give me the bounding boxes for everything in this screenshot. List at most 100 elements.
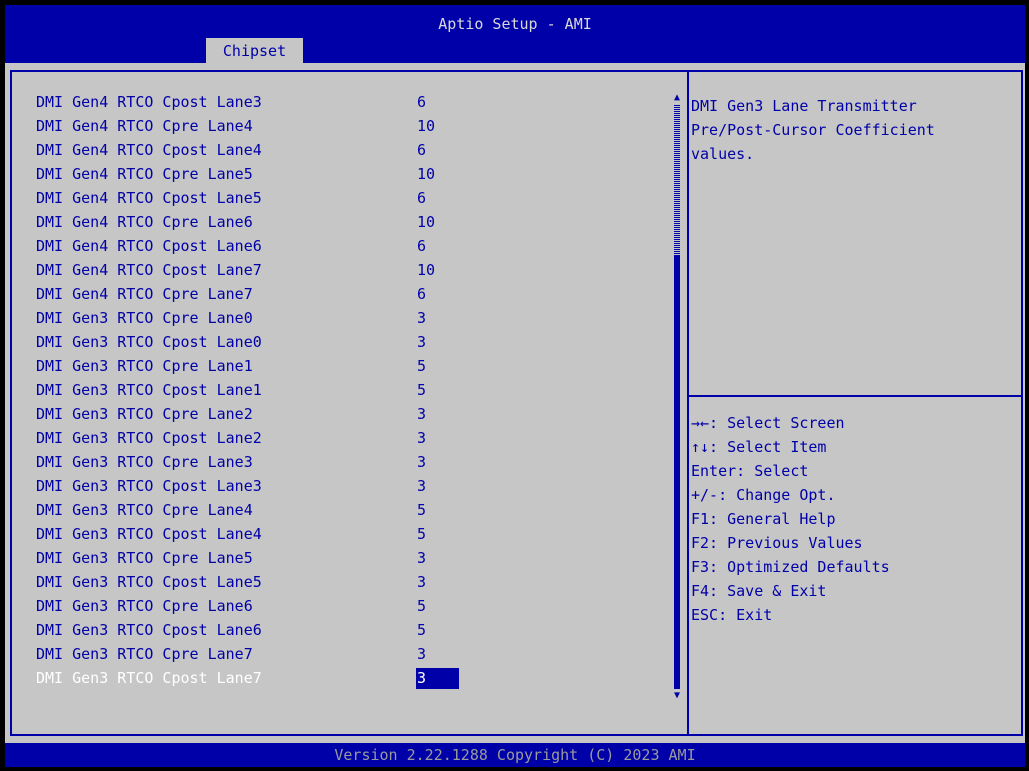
setting-row[interactable]: DMI Gen4 RTCO Cpost Lane7 10 — [36, 258, 656, 282]
setting-value[interactable]: 10 — [417, 258, 435, 282]
setting-label: DMI Gen4 RTCO Cpre Lane5 — [36, 165, 253, 183]
key-esc-exit: ESC: Exit — [691, 606, 773, 624]
key-enter-select: Enter: Select — [691, 462, 809, 480]
setting-row[interactable]: DMI Gen3 RTCO Cpost Lane4 5 — [36, 522, 656, 546]
setting-label: DMI Gen4 RTCO Cpre Lane4 — [36, 117, 253, 135]
tab-chipset[interactable]: Chipset — [206, 38, 303, 63]
setting-row[interactable]: DMI Gen3 RTCO Cpost Lane1 5 — [36, 378, 656, 402]
setting-label: DMI Gen3 RTCO Cpre Lane4 — [36, 501, 253, 519]
setting-value[interactable]: 10 — [417, 162, 435, 186]
setting-value[interactable]: 6 — [417, 186, 426, 210]
setting-value[interactable]: 3 — [417, 474, 426, 498]
setting-value[interactable]: 5 — [417, 354, 426, 378]
setting-label: DMI Gen3 RTCO Cpost Lane6 — [36, 621, 262, 639]
setting-value[interactable]: 6 — [417, 138, 426, 162]
setting-row[interactable]: DMI Gen3 RTCO Cpre Lane0 3 — [36, 306, 656, 330]
setting-value[interactable]: 5 — [417, 618, 426, 642]
setting-value[interactable]: 5 — [417, 522, 426, 546]
setting-row[interactable]: DMI Gen3 RTCO Cpost Lane2 3 — [36, 426, 656, 450]
setting-value[interactable]: 3 — [417, 570, 426, 594]
help-line: Pre/Post-Cursor Coefficient — [691, 121, 935, 139]
setting-label: DMI Gen3 RTCO Cpost Lane7 — [36, 669, 262, 687]
setting-value[interactable]: 3 — [417, 450, 426, 474]
scroll-up-arrow-icon[interactable]: ▲ — [671, 91, 683, 105]
setting-label: DMI Gen4 RTCO Cpost Lane7 — [36, 261, 262, 279]
setting-value[interactable]: 3 — [417, 546, 426, 570]
key-select-item: ↑↓: Select Item — [691, 438, 827, 456]
setting-value[interactable]: 3 — [417, 306, 426, 330]
setting-value[interactable]: 3 — [416, 668, 459, 689]
setting-label: DMI Gen3 RTCO Cpre Lane0 — [36, 309, 253, 327]
setting-label: DMI Gen4 RTCO Cpost Lane6 — [36, 237, 262, 255]
setting-row[interactable]: DMI Gen4 RTCO Cpre Lane5 10 — [36, 162, 656, 186]
setting-label: DMI Gen4 RTCO Cpost Lane5 — [36, 189, 262, 207]
setting-row[interactable]: DMI Gen3 RTCO Cpost Lane6 5 — [36, 618, 656, 642]
setting-row[interactable]: DMI Gen3 RTCO Cpost Lane5 3 — [36, 570, 656, 594]
setting-label: DMI Gen3 RTCO Cpost Lane4 — [36, 525, 262, 543]
setting-row[interactable]: DMI Gen3 RTCO Cpre Lane4 5 — [36, 498, 656, 522]
setting-row[interactable]: DMI Gen3 RTCO Cpre Lane1 5 — [36, 354, 656, 378]
setting-label: DMI Gen3 RTCO Cpost Lane2 — [36, 429, 262, 447]
setting-label: DMI Gen3 RTCO Cpost Lane3 — [36, 477, 262, 495]
setting-label: DMI Gen3 RTCO Cpre Lane5 — [36, 549, 253, 567]
app-title: Aptio Setup - AMI — [438, 15, 592, 33]
setting-value[interactable]: 3 — [417, 426, 426, 450]
setting-label: DMI Gen3 RTCO Cpre Lane6 — [36, 597, 253, 615]
setting-row[interactable]: DMI Gen3 RTCO Cpost Lane7 3 — [36, 666, 656, 690]
help-line: DMI Gen3 Lane Transmitter — [691, 97, 917, 115]
key-save-exit: F4: Save & Exit — [691, 582, 827, 600]
setting-value[interactable]: 5 — [417, 378, 426, 402]
setting-row[interactable]: DMI Gen4 RTCO Cpost Lane4 6 — [36, 138, 656, 162]
setting-label: DMI Gen4 RTCO Cpost Lane4 — [36, 141, 262, 159]
setting-label: DMI Gen3 RTCO Cpre Lane3 — [36, 453, 253, 471]
help-divider — [689, 395, 1021, 397]
scrollbar[interactable]: ▲ ▼ — [671, 91, 683, 703]
setting-value[interactable]: 3 — [417, 330, 426, 354]
scroll-thumb[interactable] — [674, 256, 680, 689]
key-legend: →←: Select Screen ↑↓: Select Item Enter:… — [691, 411, 1011, 627]
setting-row[interactable]: DMI Gen4 RTCO Cpre Lane7 6 — [36, 282, 656, 306]
main-area: DMI Gen4 RTCO Cpost Lane3 6 DMI Gen4 RTCO … — [5, 63, 1025, 743]
help-line: values. — [691, 145, 755, 163]
key-select-screen: →←: Select Screen — [691, 414, 845, 432]
setting-row[interactable]: DMI Gen3 RTCO Cpre Lane5 3 — [36, 546, 656, 570]
setting-row[interactable]: DMI Gen4 RTCO Cpost Lane6 6 — [36, 234, 656, 258]
setting-value[interactable]: 6 — [417, 234, 426, 258]
setting-label: DMI Gen3 RTCO Cpre Lane7 — [36, 645, 253, 663]
key-change-opt: +/-: Change Opt. — [691, 486, 836, 504]
setting-row[interactable]: DMI Gen4 RTCO Cpre Lane6 10 — [36, 210, 656, 234]
setting-row[interactable]: DMI Gen4 RTCO Cpre Lane4 10 — [36, 114, 656, 138]
setting-row[interactable]: DMI Gen3 RTCO Cpre Lane2 3 — [36, 402, 656, 426]
setting-row[interactable]: DMI Gen3 RTCO Cpre Lane3 3 — [36, 450, 656, 474]
setting-value[interactable]: 10 — [417, 114, 435, 138]
setting-value[interactable]: 3 — [417, 402, 426, 426]
setting-label: DMI Gen4 RTCO Cpre Lane6 — [36, 213, 253, 231]
setting-label: DMI Gen4 RTCO Cpost Lane3 — [36, 93, 262, 111]
help-description: DMI Gen3 Lane Transmitter Pre/Post-Curso… — [691, 94, 1011, 166]
scroll-track[interactable] — [674, 105, 680, 689]
scroll-down-arrow-icon[interactable]: ▼ — [671, 689, 683, 703]
setting-value[interactable]: 6 — [417, 282, 426, 306]
key-optimized-defaults: F3: Optimized Defaults — [691, 558, 890, 576]
setting-value[interactable]: 5 — [417, 498, 426, 522]
setting-value[interactable]: 10 — [417, 210, 435, 234]
setting-label: DMI Gen3 RTCO Cpre Lane1 — [36, 357, 253, 375]
setting-value[interactable]: 3 — [417, 642, 426, 666]
setting-row[interactable]: DMI Gen3 RTCO Cpre Lane6 5 — [36, 594, 656, 618]
settings-list: DMI Gen4 RTCO Cpost Lane3 6 DMI Gen4 RTCO … — [36, 90, 656, 690]
setting-row[interactable]: DMI Gen4 RTCO Cpost Lane3 6 — [36, 90, 656, 114]
setting-row[interactable]: DMI Gen3 RTCO Cpost Lane3 3 — [36, 474, 656, 498]
setting-row[interactable]: DMI Gen3 RTCO Cpre Lane7 3 — [36, 642, 656, 666]
bios-screen: Aptio Setup - AMI Chipset DMI Gen4 RTCO … — [5, 5, 1025, 767]
setting-label: DMI Gen3 RTCO Cpost Lane1 — [36, 381, 262, 399]
key-previous-values: F2: Previous Values — [691, 534, 863, 552]
scroll-track-dotted — [674, 105, 680, 256]
setting-label: DMI Gen3 RTCO Cpost Lane5 — [36, 573, 262, 591]
setting-value[interactable]: 5 — [417, 594, 426, 618]
help-panel: DMI Gen3 Lane Transmitter Pre/Post-Curso… — [689, 70, 1023, 736]
setting-row[interactable]: DMI Gen4 RTCO Cpost Lane5 6 — [36, 186, 656, 210]
header-bar: Aptio Setup - AMI Chipset — [5, 5, 1025, 63]
setting-row[interactable]: DMI Gen3 RTCO Cpost Lane0 3 — [36, 330, 656, 354]
setting-label: DMI Gen3 RTCO Cpre Lane2 — [36, 405, 253, 423]
setting-value[interactable]: 6 — [417, 90, 426, 114]
